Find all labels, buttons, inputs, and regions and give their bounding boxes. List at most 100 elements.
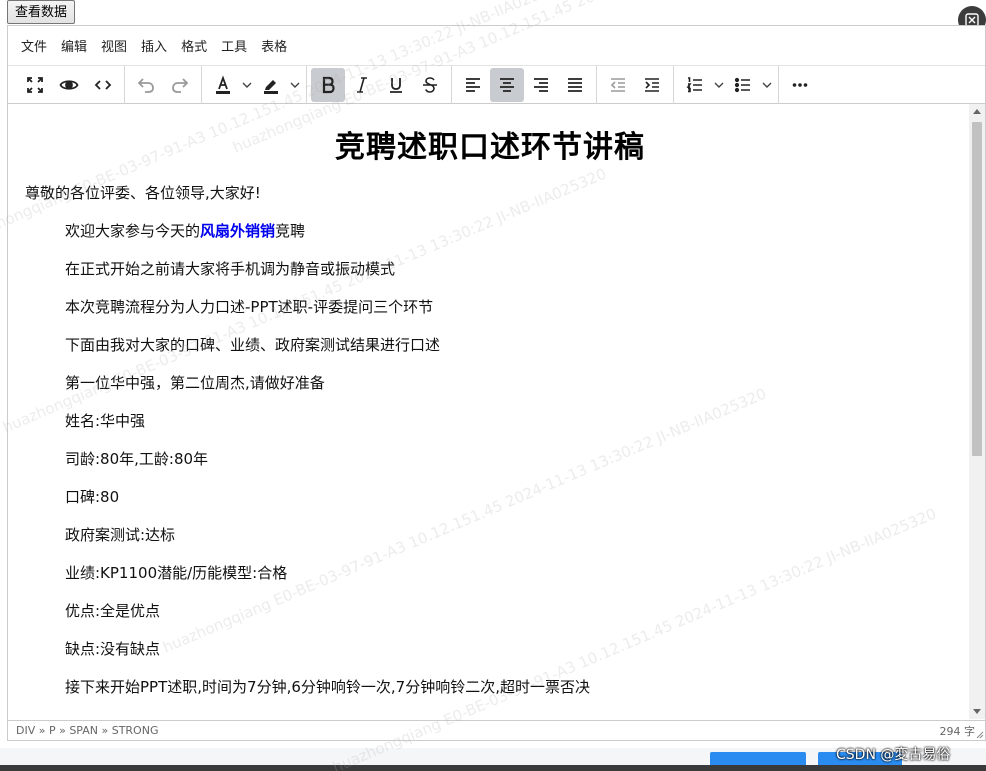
- highlight-color-dropdown[interactable]: [288, 68, 302, 102]
- numbered-list-dropdown[interactable]: [712, 68, 726, 102]
- numbered-list-icon: [686, 76, 702, 92]
- view-data-button[interactable]: 查看数据: [7, 0, 76, 24]
- italic-button[interactable]: [345, 68, 379, 102]
- numbered-list-button[interactable]: [678, 68, 712, 102]
- scroll-thumb[interactable]: [972, 122, 982, 456]
- paragraph: 姓名:华中强: [65, 412, 146, 430]
- footer-bottom-bar: [0, 765, 986, 771]
- underline-button[interactable]: [379, 68, 413, 102]
- align-center-icon: [500, 77, 514, 92]
- welcome-paragraph: 欢迎大家参与今天的风扇外销销竞聘: [65, 221, 955, 241]
- align-right-icon: [534, 77, 548, 92]
- font-color-split: [206, 68, 254, 102]
- bullet-list-dropdown[interactable]: [760, 68, 774, 102]
- chevron-down-icon: [242, 82, 252, 88]
- bullet-list-icon: [734, 77, 750, 92]
- toolbar-group-text-style: [307, 65, 452, 104]
- toolbar-group-view: [14, 65, 125, 104]
- element-path[interactable]: DIV » P » SPAN » STRONG: [16, 724, 158, 737]
- document-title: 竞聘述职口述环节讲稿: [335, 130, 645, 165]
- document-body: 竞聘述职口述环节讲稿 尊敬的各位评委、各位领导,大家好! 欢迎大家参与今天的风扇…: [8, 122, 985, 697]
- editor-content-area[interactable]: 竞聘述职口述环节讲稿 尊敬的各位评委、各位领导,大家好! 欢迎大家参与今天的风扇…: [8, 104, 985, 719]
- toolbar-group-align: [452, 65, 597, 104]
- redo-icon: [172, 77, 189, 93]
- align-right-button[interactable]: [524, 68, 558, 102]
- vertical-scrollbar[interactable]: [969, 104, 985, 719]
- toolbar-group-lists: [674, 65, 779, 104]
- scroll-down-arrow[interactable]: [969, 703, 985, 719]
- paragraph: 口碑:80: [65, 488, 120, 506]
- paragraph: 接下来开始PPT述职,时间为7分钟,6分钟响铃一次,7分钟响铃二次,超时一票否决: [65, 678, 590, 696]
- more-icon: [792, 82, 808, 87]
- code-icon: [94, 79, 112, 90]
- preview-icon: [59, 79, 79, 90]
- strikethrough-button[interactable]: [413, 68, 447, 102]
- font-color-icon: [216, 74, 230, 94]
- toolbar-group-color: [202, 65, 307, 104]
- triangle-up-icon: [973, 109, 981, 114]
- undo-button[interactable]: [129, 68, 163, 102]
- toolbar-group-more: [779, 66, 821, 104]
- bullet-list-button[interactable]: [726, 68, 760, 102]
- strikethrough-icon: [423, 76, 437, 93]
- outdent-button[interactable]: [601, 68, 635, 102]
- preview-button[interactable]: [52, 68, 86, 102]
- align-left-icon: [466, 77, 480, 92]
- paragraph: 政府案测试:达标: [65, 526, 176, 544]
- paragraph: 业绩:KP1100潜能/历能模型:合格: [65, 564, 288, 582]
- bold-icon: [322, 76, 335, 93]
- align-center-button[interactable]: [490, 67, 524, 102]
- formatting-toolbar: [8, 65, 985, 104]
- font-color-button[interactable]: [206, 68, 240, 102]
- csdn-watermark: CSDN @変古易俗: [836, 747, 951, 763]
- align-justify-icon: [568, 77, 582, 92]
- triangle-down-icon: [973, 709, 981, 714]
- chevron-down-icon: [762, 82, 772, 88]
- scroll-up-arrow[interactable]: [969, 104, 985, 120]
- menu-file[interactable]: 文件: [14, 30, 54, 61]
- toolbar-group-history: [125, 65, 202, 104]
- fullscreen-icon: [27, 76, 43, 93]
- menu-format[interactable]: 格式: [174, 30, 214, 61]
- greeting-line: 尊敬的各位评委、各位领导,大家好!: [25, 184, 261, 202]
- source-code-button[interactable]: [86, 68, 120, 102]
- menu-insert[interactable]: 插入: [134, 30, 174, 61]
- underline-icon: [390, 77, 402, 93]
- paragraph: 优点:全是优点: [65, 602, 161, 620]
- indent-button[interactable]: [635, 68, 669, 102]
- indent-icon: [645, 77, 659, 92]
- fullscreen-button[interactable]: [18, 68, 52, 102]
- bold-button[interactable]: [311, 67, 345, 102]
- font-color-dropdown[interactable]: [240, 68, 254, 102]
- bullet-list-split: [726, 68, 774, 102]
- paragraph: 下面由我对大家的口碑、业绩、政府案测试结果进行口述: [65, 336, 441, 354]
- align-left-button[interactable]: [456, 68, 490, 102]
- outdent-icon: [610, 77, 625, 92]
- rich-text-editor: 文件 编辑 视图 插入 格式 工具 表格 竞聘述职口述环节讲稿 尊敬的各位评委、…: [7, 25, 986, 741]
- word-count[interactable]: 294 字: [940, 723, 976, 739]
- redo-button[interactable]: [163, 68, 197, 102]
- status-bar: DIV » P » SPAN » STRONG 294 字: [8, 720, 985, 740]
- menu-edit[interactable]: 编辑: [54, 30, 94, 61]
- chevron-down-icon: [714, 82, 724, 88]
- highlight-color-split: [254, 68, 302, 102]
- chevron-down-icon: [290, 82, 300, 88]
- highlight-color-icon: [264, 79, 278, 94]
- paragraph: 司龄:80年,工龄:80年: [65, 450, 209, 468]
- italic-icon: [357, 76, 367, 93]
- more-button[interactable]: [783, 68, 817, 102]
- menu-table[interactable]: 表格: [254, 30, 294, 61]
- highlighted-position: 风扇外销销: [200, 222, 276, 240]
- welcome-suffix: 竞聘: [275, 222, 306, 240]
- paragraph: 在正式开始之前请大家将手机调为静音或振动模式: [65, 260, 396, 278]
- paragraph: 第一位华中强，第二位周杰,请做好准备: [65, 374, 325, 392]
- paragraph: 缺点:没有缺点: [65, 640, 161, 658]
- highlight-color-button[interactable]: [254, 68, 288, 102]
- numbered-list-split: [678, 68, 726, 102]
- align-justify-button[interactable]: [558, 68, 592, 102]
- menu-tools[interactable]: 工具: [214, 30, 254, 61]
- paragraph: 本次竞聘流程分为人力口述-PPT述职-评委提问三个环节: [65, 298, 434, 316]
- menu-view[interactable]: 视图: [94, 30, 134, 61]
- resize-handle-icon[interactable]: [974, 729, 984, 739]
- toolbar-group-indent: [597, 65, 674, 104]
